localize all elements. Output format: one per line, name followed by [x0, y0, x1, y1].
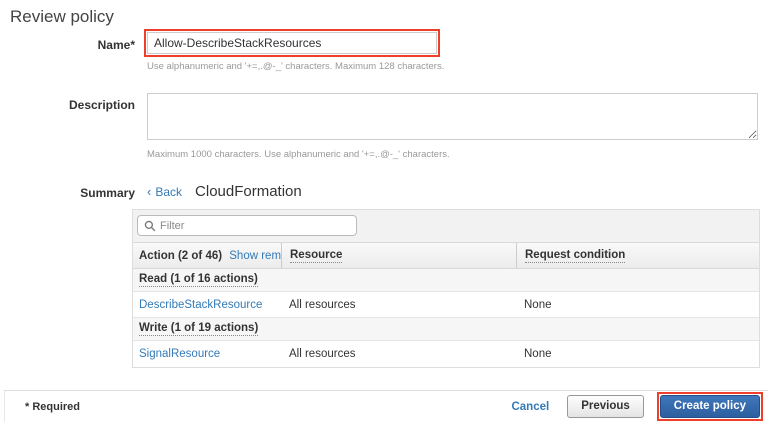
write-group-label: Write (1 of 19 actions) — [139, 322, 258, 336]
column-header-action: Action (2 of 46) Show remaining 44 — [133, 250, 281, 262]
name-hint: Use alphanumeric and '+=,.@-_' character… — [147, 61, 768, 72]
page-title: Review policy — [10, 7, 768, 26]
condition-cell: None — [516, 348, 759, 360]
summary-header: ‹ Back CloudFormation — [147, 183, 768, 200]
policy-description-textarea[interactable] — [147, 93, 758, 140]
condition-cell: None — [516, 299, 759, 311]
resource-cell: All resources — [281, 299, 516, 311]
resource-header-label: Resource — [290, 249, 342, 263]
required-note: * Required — [5, 401, 80, 413]
resource-cell: All resources — [281, 348, 516, 360]
back-link-label: Back — [155, 185, 182, 199]
chevron-left-icon: ‹ — [147, 184, 151, 199]
description-form-row: Description Maximum 1000 characters. Use… — [0, 93, 768, 160]
create-policy-annotation-highlight: Create policy — [657, 392, 763, 421]
action-link-signal-resource[interactable]: SignalResource — [139, 348, 220, 360]
permissions-summary-table: Action (2 of 46) Show remaining 44 Resou… — [132, 209, 760, 368]
name-label: Name* — [0, 29, 135, 72]
back-link[interactable]: ‹ Back — [147, 184, 182, 199]
wizard-footer: * Required Cancel Previous Create policy — [4, 390, 768, 422]
summary-label: Summary — [0, 183, 135, 200]
condition-header-label: Request condition — [525, 249, 625, 263]
filter-input[interactable] — [160, 220, 350, 232]
description-label: Description — [0, 93, 135, 160]
group-row-write: Write (1 of 19 actions) — [133, 318, 759, 341]
description-hint: Maximum 1000 characters. Use alphanumeri… — [147, 149, 768, 160]
read-group-label: Read (1 of 16 actions) — [139, 273, 258, 287]
table-row: DescribeStackResource All resources None — [133, 292, 759, 318]
name-form-row: Name* Use alphanumeric and '+=,.@-_' cha… — [0, 29, 768, 72]
filter-bar — [133, 210, 759, 242]
column-header-resource: Resource — [281, 243, 516, 268]
search-icon — [144, 220, 156, 232]
column-header-request-condition: Request condition — [516, 243, 759, 268]
policy-name-input[interactable] — [147, 32, 437, 54]
show-remaining-link[interactable]: Show remaining 44 — [229, 250, 281, 262]
table-header-row: Action (2 of 46) Show remaining 44 Resou… — [133, 242, 759, 269]
description-field-area: Maximum 1000 characters. Use alphanumeri… — [144, 93, 768, 160]
summary-form-row: Summary ‹ Back CloudFormation — [0, 183, 768, 200]
filter-input-wrap[interactable] — [137, 215, 357, 236]
name-field-area: Use alphanumeric and '+=,.@-_' character… — [144, 29, 768, 72]
cancel-link[interactable]: Cancel — [511, 401, 549, 413]
service-name: CloudFormation — [195, 183, 302, 200]
group-row-read: Read (1 of 16 actions) — [133, 269, 759, 292]
name-annotation-highlight — [144, 29, 440, 57]
action-link-describe-stack-resource[interactable]: DescribeStackResource — [139, 299, 262, 311]
table-row: SignalResource All resources None — [133, 341, 759, 367]
action-count-label: Action (2 of 46) — [139, 250, 222, 262]
footer-actions: Cancel Previous Create policy — [511, 392, 768, 421]
